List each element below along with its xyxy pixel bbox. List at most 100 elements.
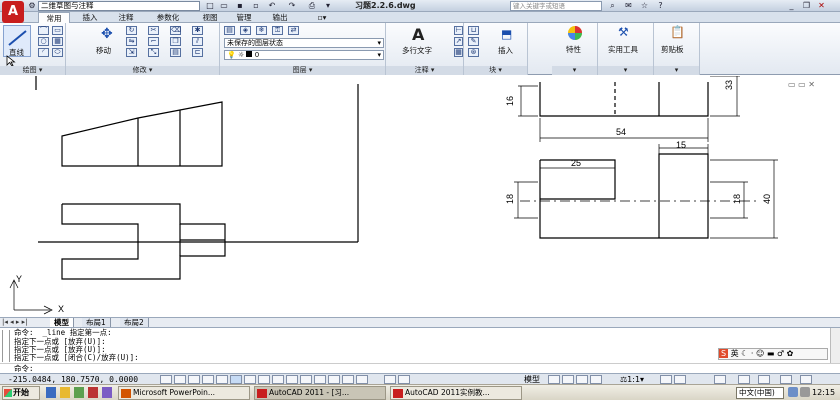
drawing-svg[interactable]: 16 33 54 15 25 18 18 40 Y X (0, 76, 840, 317)
undo-icon[interactable]: ↶ (266, 1, 278, 11)
help-icon[interactable]: ? (654, 0, 667, 12)
clock[interactable]: 12:15 (812, 385, 835, 401)
favorites-icon[interactable]: ☆ (638, 0, 651, 12)
quicklaunch-media-icon[interactable] (102, 387, 112, 398)
tab-layout1[interactable]: 布局1 (82, 318, 111, 327)
create-block-icon[interactable]: ⊔ (468, 26, 479, 35)
quick-view-drawings-icon[interactable] (562, 375, 574, 384)
edit-block-icon[interactable]: ✎ (468, 37, 479, 46)
polyline-icon[interactable]: ⌒ (38, 26, 49, 35)
draw-panel-label[interactable]: 绘图 ▾ (0, 66, 65, 75)
layer-properties-icon[interactable]: ▤ (224, 26, 235, 35)
utilities-dropdown-icon[interactable]: ▾ (598, 66, 653, 75)
annotation-visibility-icon[interactable] (660, 375, 672, 384)
redo-icon[interactable]: ↷ (286, 1, 298, 11)
quicklaunch-autocad-icon[interactable] (88, 387, 98, 398)
3dosnap-toggle[interactable] (342, 375, 354, 384)
sc-toggle[interactable] (314, 375, 326, 384)
dyn-toggle[interactable] (258, 375, 270, 384)
toolbar-lock-icon[interactable] (738, 375, 750, 384)
hatch-icon[interactable]: ▦ (52, 37, 63, 46)
close-button[interactable]: ✕ (815, 0, 828, 12)
zoom-icon[interactable] (590, 375, 602, 384)
command-prompt[interactable]: 命令: (14, 365, 34, 373)
trim-icon[interactable]: ✂ (148, 26, 159, 35)
search-icon[interactable]: ⌕ (606, 0, 619, 12)
input-language-indicator[interactable]: 中文(中国) (736, 387, 784, 399)
polar-toggle[interactable] (202, 375, 214, 384)
properties-dropdown-icon[interactable]: ▾ (552, 66, 597, 75)
taskbar-item-autocad-tutorial[interactable]: AutoCAD 2011实例教... (390, 386, 522, 400)
tray-network-icon[interactable] (788, 387, 798, 397)
mirror-icon[interactable]: ⇋ (126, 37, 137, 46)
circle-icon[interactable]: ○ (38, 37, 49, 46)
osnap-toggle[interactable] (216, 375, 228, 384)
workspace-switcher[interactable]: 二维草图与注释 (38, 1, 200, 11)
arc-icon[interactable]: ◜ (38, 48, 49, 57)
tab-insert[interactable]: 插入 (74, 12, 106, 23)
cmd-scrollbar[interactable] (830, 328, 840, 364)
explode-icon[interactable]: ✱ (192, 26, 203, 35)
quicklaunch-ie-icon[interactable] (46, 387, 56, 398)
tab-home[interactable]: 常用 (38, 12, 70, 23)
layer-match-icon[interactable]: ⇄ (288, 26, 299, 35)
start-button[interactable]: 开始 (2, 386, 40, 400)
clean-screen-icon[interactable] (800, 375, 812, 384)
tab-output[interactable]: 输出 (262, 12, 298, 23)
tab-model[interactable]: 模型 (50, 318, 74, 327)
drawing-canvas[interactable]: 16 33 54 15 25 18 18 40 Y X ▭ ▭ ✕ (0, 76, 840, 317)
layer-lock-icon[interactable]: ⚿ (272, 26, 283, 35)
tpy-toggle[interactable] (286, 375, 298, 384)
new-file-icon[interactable]: □ (204, 1, 216, 11)
fillet-icon[interactable]: ⌐ (148, 37, 159, 46)
taskbar-item-powerpoint[interactable]: Microsoft PowerPoin... (118, 386, 250, 400)
layout-nav-icons[interactable]: |◂ ◂ ▸ ▸| (2, 318, 27, 327)
tab-annotate[interactable]: 注释 (110, 12, 142, 23)
layer-freeze-icon[interactable]: ❄ (256, 26, 267, 35)
insert-button[interactable]: ⬒ 插入 (490, 25, 524, 59)
layers-panel-label[interactable]: 图层 ▾ (220, 66, 385, 75)
dimension-icon[interactable]: ⊢ (454, 26, 463, 35)
attribute-icon[interactable]: ⊛ (468, 48, 479, 57)
workspace-switch-icon[interactable] (714, 375, 726, 384)
taskbar-item-autocad-active[interactable]: AutoCAD 2011 - [习... (254, 386, 386, 400)
array-icon[interactable]: ▤ (170, 48, 181, 57)
block-panel-label[interactable]: 块 ▾ (464, 66, 527, 75)
tab-parametric[interactable]: 参数化 (146, 12, 190, 23)
tab-view[interactable]: 视图 (194, 12, 226, 23)
saveas-icon[interactable]: ▫ (250, 1, 262, 11)
layer-state-dropdown[interactable]: 未保存的图层状态 ▾ (224, 38, 384, 48)
grid-toggle[interactable] (174, 375, 186, 384)
ime-toolbar[interactable]: S 英 ☾ · ☺ ▬ ♂ ✿ (718, 348, 828, 360)
search-input[interactable]: 键入关键字或短语 (510, 1, 602, 11)
snap-toggle[interactable] (160, 375, 172, 384)
annotation-monitor-toggle[interactable] (398, 375, 410, 384)
cmd-grip[interactable] (2, 330, 10, 362)
plot-icon[interactable]: ⎙ (306, 1, 318, 11)
command-input-row[interactable]: 命令: (0, 363, 840, 373)
hardware-accel-icon[interactable] (758, 375, 770, 384)
quick-view-layouts-icon[interactable] (548, 375, 560, 384)
leader-icon[interactable]: ↗ (454, 37, 463, 46)
isolate-objects-icon[interactable] (780, 375, 792, 384)
communication-icon[interactable]: ✉ (622, 0, 635, 12)
ducs-toggle[interactable] (244, 375, 256, 384)
selection-cycling-toggle[interactable] (384, 375, 396, 384)
quick-access-icon[interactable]: ⚙ (26, 1, 38, 11)
rectangle-icon[interactable]: ▭ (52, 26, 63, 35)
pan-icon[interactable] (576, 375, 588, 384)
quicklaunch-folder-icon[interactable] (60, 387, 70, 398)
annotation-panel-label[interactable]: 注释 ▾ (386, 66, 463, 75)
ribbon-minimize-icon[interactable]: ▫▾ (312, 12, 332, 23)
copy-icon[interactable]: ❐ (170, 37, 181, 46)
modify-panel-label[interactable]: 修改 ▾ (66, 66, 219, 75)
tab-manage[interactable]: 管理 (228, 12, 260, 23)
clipboard-dropdown-icon[interactable]: ▾ (654, 66, 699, 75)
open-file-icon[interactable]: ▭ (218, 1, 230, 11)
layer-iso-icon[interactable]: ◈ (240, 26, 251, 35)
stretch-icon[interactable]: ⇲ (126, 48, 137, 57)
scale-icon[interactable]: ⤡ (148, 48, 159, 57)
join-icon[interactable]: ⊏ (192, 48, 203, 57)
rotate-icon[interactable]: ↻ (126, 26, 137, 35)
am-toggle[interactable] (328, 375, 340, 384)
